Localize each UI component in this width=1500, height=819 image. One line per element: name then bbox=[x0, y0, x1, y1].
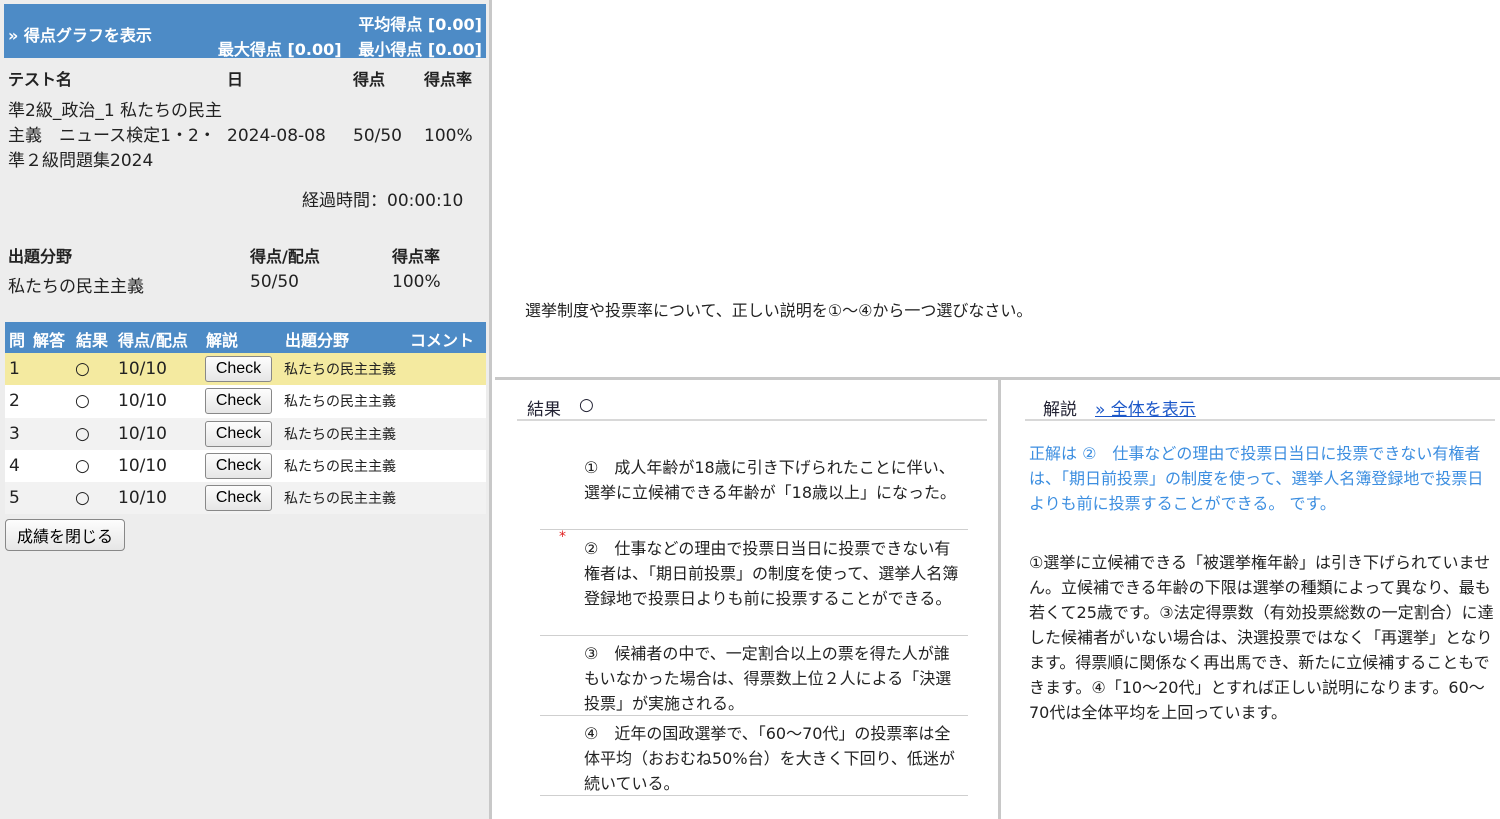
question-field: 私たちの民主主義 bbox=[284, 458, 396, 475]
question-number: 1 bbox=[9, 359, 20, 379]
question-number: 2 bbox=[9, 391, 20, 412]
correct-answer: 正解は ② 仕事などの理由で投票日当日に投票できない有権者は、「期日前投票」の制… bbox=[1029, 444, 1484, 513]
question-score: 10/10 bbox=[118, 488, 167, 509]
question-number: 5 bbox=[9, 488, 20, 509]
field-score: 50/50 bbox=[250, 272, 299, 292]
header-field-rate: 得点率 bbox=[392, 247, 441, 266]
header-field-score: 得点/配点 bbox=[250, 247, 320, 266]
test-date: 2024-08-08 bbox=[227, 126, 326, 146]
header-date: 日 bbox=[227, 70, 244, 89]
option-text: ④ 近年の国政選挙で、「60〜70代」の投票率は全体平均（おおむね50%台）を大… bbox=[584, 724, 955, 793]
col-field: 出題分野 bbox=[285, 331, 350, 350]
average-score: 平均得点 [0.00] bbox=[358, 15, 482, 34]
question-text: 選挙制度や投票率について、正しい説明を①〜④から一つ選びなさい。 bbox=[525, 301, 1033, 320]
question-row[interactable]: 2 ○ 10/10 Check 私たちの民主主義 bbox=[5, 385, 486, 418]
answer-option: ④ 近年の国政選挙で、「60〜70代」の投票率は全体平均（おおむね50%台）を大… bbox=[540, 716, 968, 796]
question-row[interactable]: 4 ○ 10/10 Check 私たちの民主主義 bbox=[5, 449, 486, 483]
question-field: 私たちの民主主義 bbox=[284, 394, 396, 411]
explanation-header: 解説 » 全体を表示 bbox=[1025, 394, 1495, 421]
question-score: 10/10 bbox=[118, 455, 167, 476]
header-field: 出題分野 bbox=[8, 247, 73, 266]
max-score: 最大得点 [0.00] bbox=[217, 40, 342, 59]
question-score: 10/10 bbox=[118, 391, 167, 412]
option-text: ② 仕事などの理由で投票日当日に投票できない有権者は、「期日前投票」の制度を使っ… bbox=[584, 539, 959, 608]
header-rate: 得点率 bbox=[424, 70, 473, 89]
check-button[interactable]: Check bbox=[205, 420, 272, 447]
question-field: 私たちの民主主義 bbox=[284, 426, 396, 443]
question-number: 4 bbox=[9, 455, 20, 476]
close-results-button[interactable]: 成績を閉じる bbox=[5, 519, 125, 551]
max-min-score: 最大得点 [0.00] 最小得点 [0.00] bbox=[218, 36, 482, 60]
explanation-label: 解説 bbox=[1043, 400, 1077, 420]
question-row[interactable]: 3 ○ 10/10 Check 私たちの民主主義 bbox=[5, 417, 486, 450]
question-rows: 1 ○ 10/10 Check 私たちの民主主義 2 ○ 10/10 Check 私たちの民主主義… bbox=[5, 353, 486, 515]
answer-option: ③ 候補者の中で、一定割合以上の票を得た人が誰もいなかった場合は、得票数上位２人… bbox=[540, 636, 968, 716]
check-button[interactable]: Check bbox=[205, 452, 272, 479]
app-root: » 得点グラフを表示 平均得点 [0.00] 最大得点 [0.00] 最小得点 … bbox=[0, 0, 1500, 819]
test-score: 50/50 bbox=[353, 126, 402, 146]
result-mark: ○ bbox=[579, 395, 594, 415]
question-number: 3 bbox=[9, 423, 20, 444]
result-mark: ○ bbox=[75, 391, 90, 412]
elapsed-time: 経過時間：00:00:10 bbox=[302, 191, 464, 211]
question-score: 10/10 bbox=[118, 423, 167, 444]
score-panel: » 得点グラフを表示 平均得点 [0.00] 最大得点 [0.00] 最小得点 … bbox=[0, 0, 492, 819]
result-mark: ○ bbox=[75, 359, 90, 379]
col-num: 問 bbox=[9, 331, 26, 350]
answer-option: * ② 仕事などの理由で投票日当日に投票できない有権者は、「期日前投票」の制度を使… bbox=[540, 529, 968, 636]
result-mark: ○ bbox=[75, 488, 90, 509]
col-explanation: 解説 bbox=[206, 331, 239, 350]
question-table-header: 問 解答 結果 得点/配点 解説 出題分野 コメント bbox=[5, 322, 486, 353]
test-rate: 100% bbox=[424, 126, 473, 146]
check-button[interactable]: Check bbox=[205, 485, 272, 512]
answer-option: ① 成人年齢が18歳に引き下げられたことに伴い、選挙に立候補できる年齢が「18歳… bbox=[540, 450, 968, 530]
field-rate: 100% bbox=[392, 272, 441, 292]
show-graph-link[interactable]: » 得点グラフを表示 bbox=[8, 22, 152, 46]
question-score: 10/10 bbox=[118, 359, 167, 379]
result-header: 結果 ○ bbox=[517, 394, 987, 421]
field-name: 私たちの民主主義 bbox=[8, 277, 144, 297]
question-field: 私たちの民主主義 bbox=[284, 362, 396, 378]
score-graph-bar: » 得点グラフを表示 平均得点 [0.00] 最大得点 [0.00] 最小得点 … bbox=[4, 4, 486, 60]
min-score: 最小得点 [0.00] bbox=[358, 40, 482, 59]
col-comment: コメント bbox=[410, 331, 475, 350]
question-row[interactable]: 1 ○ 10/10 Check 私たちの民主主義 bbox=[5, 353, 486, 386]
explanation-body: ①選挙に立候補できる「被選挙権年齢」は引き下げられていません。立候補できる年齢の… bbox=[1029, 553, 1494, 722]
check-button[interactable]: Check bbox=[205, 388, 272, 415]
question-field: 私たちの民主主義 bbox=[284, 491, 396, 508]
test-name: 準2級_政治_1 私たちの民主主義 ニュース検定1・2・準２級問題集2024 bbox=[8, 101, 223, 171]
option-text: ③ 候補者の中で、一定割合以上の票を得た人が誰もいなかった場合は、得票数上位２人… bbox=[584, 644, 952, 713]
question-row[interactable]: 5 ○ 10/10 Check 私たちの民主主義 bbox=[5, 482, 486, 515]
result-mark: ○ bbox=[75, 455, 90, 476]
question-table: 問 解答 結果 得点/配点 解説 出題分野 コメント 1 ○ 10/10 Check 私… bbox=[5, 322, 486, 515]
check-button[interactable]: Check bbox=[205, 356, 272, 382]
header-score: 得点 bbox=[353, 70, 386, 89]
result-label: 結果 bbox=[527, 400, 561, 420]
show-all-link[interactable]: » 全体を表示 bbox=[1095, 395, 1196, 420]
correct-star: * bbox=[559, 529, 566, 545]
col-result: 結果 bbox=[76, 331, 109, 350]
vertical-divider[interactable] bbox=[998, 380, 1001, 819]
header-test-name: テスト名 bbox=[8, 70, 73, 89]
result-mark: ○ bbox=[75, 423, 90, 444]
col-score: 得点/配点 bbox=[118, 331, 188, 350]
option-text: ① 成人年齢が18歳に引き下げられたことに伴い、選挙に立候補できる年齢が「18歳… bbox=[584, 458, 957, 502]
col-answer: 解答 bbox=[33, 331, 66, 350]
